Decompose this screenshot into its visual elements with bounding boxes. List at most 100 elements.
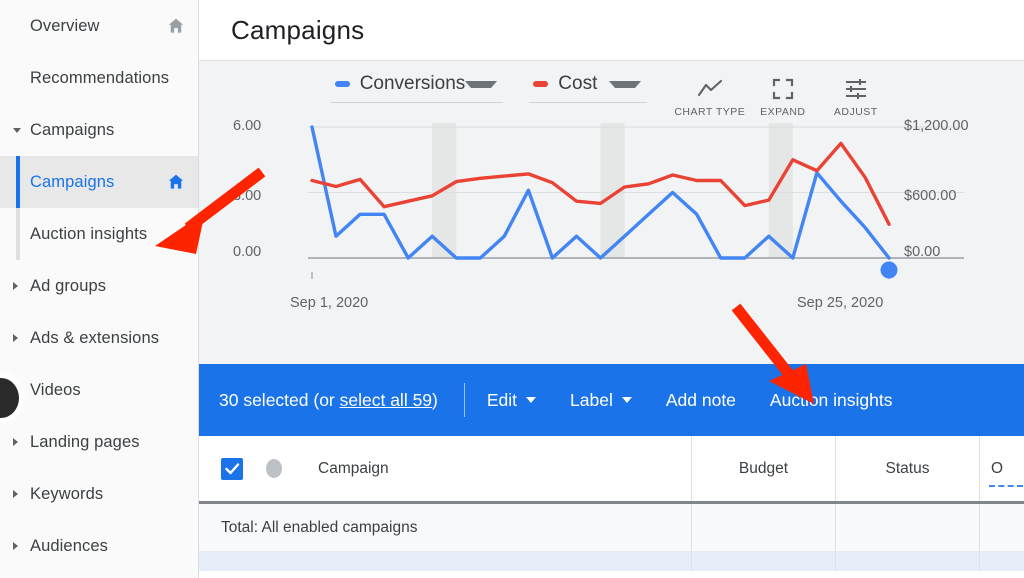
sidebar-item-videos[interactable]: Videos <box>0 364 198 416</box>
sidebar-item-label: Ads & extensions <box>30 329 159 348</box>
cost-color-swatch <box>533 81 548 87</box>
auction-insights-button[interactable]: Auction insights <box>770 390 893 411</box>
right-axis-tick-2: $1,200.00 <box>904 118 969 134</box>
left-navigation-sidebar: OverviewRecommendations Campaigns Campaign… <box>0 0 199 578</box>
chart-svg <box>199 115 1024 364</box>
x-axis-tick-start: Sep 1, 2020 <box>290 295 368 311</box>
sidebar-item-auction-insights[interactable]: Auction insights <box>0 208 198 260</box>
column-header-truncated: O <box>991 460 1003 478</box>
sidebar-item-ad-groups[interactable]: Ad groups <box>0 260 198 312</box>
select-all-link[interactable]: select all 59 <box>340 390 432 410</box>
table-row[interactable] <box>199 552 1024 571</box>
chevron-down-icon[interactable] <box>13 128 21 133</box>
sidebar-item-campaigns[interactable]: Campaigns <box>0 104 198 156</box>
chevron-down-icon <box>622 397 632 403</box>
campaigns-table: Campaign Budget Status O Total: All enab… <box>199 436 1024 571</box>
header-cell-truncated[interactable]: O <box>979 436 1024 501</box>
sidebar-item-label: Campaigns <box>30 121 114 140</box>
sidebar-item-label: Videos <box>30 381 81 400</box>
selection-count-suffix: ) <box>432 390 438 410</box>
sidebar-item-label: Ad groups <box>30 277 106 296</box>
performance-chart-panel: Conversions Cost CHART TYPE <box>199 61 1024 364</box>
auction-insights-label: Auction insights <box>770 390 893 411</box>
home-icon <box>166 172 186 192</box>
sidebar-item-label: Landing pages <box>30 433 140 452</box>
check-icon <box>225 463 240 475</box>
metric-selector-cost[interactable]: Cost <box>529 73 647 103</box>
active-indicator-bar <box>16 156 20 208</box>
nav-list: OverviewRecommendations Campaigns Campaign… <box>0 0 198 572</box>
sidebar-item-label: Audiences <box>30 537 108 556</box>
table-total-row: Total: All enabled campaigns <box>199 504 1024 552</box>
table-header-row: Campaign Budget Status O <box>199 436 1024 504</box>
row-cell-status <box>835 552 979 571</box>
chevron-right-icon[interactable] <box>13 282 18 290</box>
main-content: Campaigns Conversions Cost <box>199 0 1024 578</box>
dashed-underline <box>989 485 1023 487</box>
right-axis-tick-1: $600.00 <box>904 188 956 204</box>
sidebar-item-landing-pages[interactable]: Landing pages <box>0 416 198 468</box>
expand-icon <box>746 74 819 104</box>
right-axis-tick-0: $0.00 <box>904 244 940 260</box>
status-circle-icon[interactable] <box>266 459 282 478</box>
action-bar-divider <box>464 383 465 417</box>
total-cell-campaign: Total: All enabled campaigns <box>199 504 691 551</box>
add-note-button[interactable]: Add note <box>666 390 736 411</box>
metric-label-cost: Cost <box>558 73 597 95</box>
expand-button[interactable]: EXPAND <box>746 73 819 118</box>
adjust-button[interactable]: ADJUST <box>819 73 892 118</box>
sidebar-item-overview[interactable]: Overview <box>0 0 198 52</box>
conversions-color-swatch <box>335 81 350 87</box>
chevron-right-icon[interactable] <box>13 542 18 550</box>
edit-menu-button[interactable]: Edit <box>487 390 536 411</box>
sidebar-item-ads-extensions[interactable]: Ads & extensions <box>0 312 198 364</box>
series-end-marker <box>881 262 898 279</box>
column-header-status: Status <box>886 460 930 478</box>
metric-selector-conversions[interactable]: Conversions <box>331 73 504 103</box>
chevron-down-icon <box>526 397 536 403</box>
header-cell-status[interactable]: Status <box>835 436 979 501</box>
selection-count-prefix: 30 selected (or <box>219 390 340 410</box>
chevron-down-icon[interactable] <box>465 81 497 88</box>
page-header: Campaigns <box>199 0 1024 61</box>
sidebar-item-recommendations[interactable]: Recommendations <box>0 52 198 104</box>
sidebar-item-audiences[interactable]: Audiences <box>0 520 198 572</box>
chevron-right-icon[interactable] <box>13 334 18 342</box>
header-cell-campaign: Campaign <box>199 436 691 501</box>
label-label: Label <box>570 390 613 411</box>
left-axis-tick-0: 0.00 <box>233 244 261 260</box>
chevron-right-icon[interactable] <box>13 438 18 446</box>
chart-type-button[interactable]: CHART TYPE <box>673 73 746 118</box>
sub-nav-rail <box>16 208 20 260</box>
chart-plot-area: 0.00 3.00 6.00 $0.00 $600.00 $1,200.00 S… <box>199 115 1024 364</box>
left-axis-tick-2: 6.00 <box>233 118 261 134</box>
column-header-budget: Budget <box>739 460 788 478</box>
home-icon <box>166 16 186 36</box>
sidebar-item-campaigns[interactable]: Campaigns <box>0 156 198 208</box>
total-cell-truncated <box>979 504 1024 551</box>
left-axis-tick-1: 3.00 <box>233 188 261 204</box>
sidebar-item-label: Auction insights <box>30 225 147 244</box>
sidebar-item-keywords[interactable]: Keywords <box>0 468 198 520</box>
chevron-down-icon[interactable] <box>609 81 641 88</box>
add-note-label: Add note <box>666 390 736 411</box>
total-cell-budget <box>691 504 835 551</box>
selection-summary: 30 selected (or select all 59) <box>219 390 438 411</box>
select-all-checkbox[interactable] <box>221 458 243 480</box>
row-cell-campaign <box>199 552 691 571</box>
x-axis-tick-end: Sep 25, 2020 <box>797 295 883 311</box>
page-title: Campaigns <box>231 15 364 46</box>
total-row-label: Total: All enabled campaigns <box>221 519 417 537</box>
google-ads-campaigns-screen: OverviewRecommendationsCampaignsCampaign… <box>0 0 1024 578</box>
header-cell-budget[interactable]: Budget <box>691 436 835 501</box>
edit-label: Edit <box>487 390 517 411</box>
row-cell-budget <box>691 552 835 571</box>
row-cell-truncated <box>979 552 1024 571</box>
sliders-icon <box>819 74 892 104</box>
chart-toolbar: Conversions Cost CHART TYPE <box>199 61 1024 115</box>
bulk-action-bar: 30 selected (or select all 59) Edit Labe… <box>199 364 1024 436</box>
chevron-right-icon[interactable] <box>13 490 18 498</box>
column-header-campaign[interactable]: Campaign <box>318 460 389 478</box>
line-chart-icon <box>673 74 746 104</box>
label-menu-button[interactable]: Label <box>570 390 632 411</box>
